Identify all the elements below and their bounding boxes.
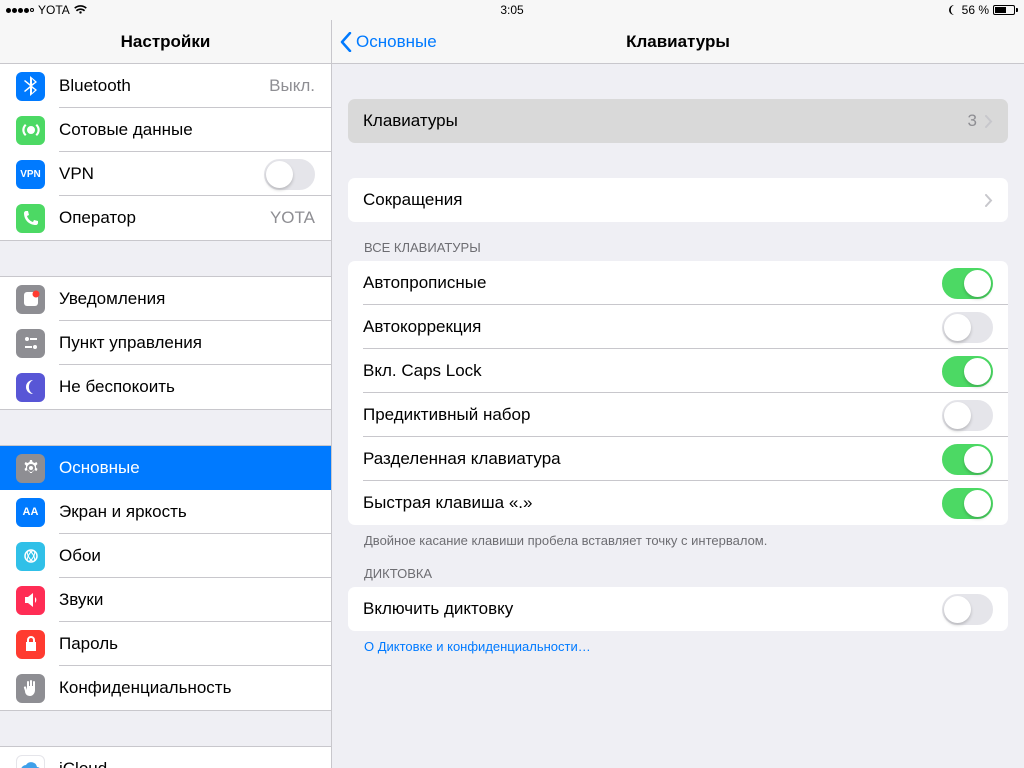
content-pane: Основные Клавиатуры Клавиатуры 3 Сокраще… [332,20,1024,768]
sidebar-item-sounds[interactable]: Звуки [0,578,331,622]
moon-icon [16,373,45,402]
do-not-disturb-icon [948,5,958,15]
enable-dictation-toggle[interactable] [942,594,993,625]
display-icon: AA [16,498,45,527]
autocorrect-label: Автокоррекция [363,317,481,337]
keyboards-count: 3 [968,111,977,131]
content-header: Основные Клавиатуры [332,20,1024,64]
sidebar-item-label: Оператор [59,208,136,228]
sidebar-group-notify: Уведомления Пункт управления Не беспокои… [0,276,331,410]
page-title: Клавиатуры [626,32,730,52]
sidebar-item-cellular[interactable]: Сотовые данные [0,108,331,152]
sidebar-item-label: Пункт управления [59,333,202,353]
sidebar-item-notifications[interactable]: Уведомления [0,277,331,321]
sidebar-item-label: Не беспокоить [59,377,175,397]
sidebar-item-label: Экран и яркость [59,502,187,522]
sidebar-item-privacy[interactable]: Конфиденциальность [0,666,331,710]
sidebar-item-bluetooth[interactable]: Bluetooth Выкл. [0,64,331,108]
autocorrect-toggle[interactable] [942,312,993,343]
enable-dictation-label: Включить диктовку [363,599,513,619]
carrier-name: YOTA [38,3,70,17]
notifications-icon [16,285,45,314]
control-center-icon [16,329,45,358]
back-button[interactable]: Основные [332,32,437,52]
sidebar-item-label: Конфиденциальность [59,678,231,698]
cellular-icon [16,116,45,145]
sidebar-item-label: VPN [59,164,94,184]
dictation-privacy-link[interactable]: О Диктовке и конфиденциальности… [348,631,1008,654]
autocap-label: Автопрописные [363,273,486,293]
battery-icon [993,5,1018,15]
all-keyboards-group: Автопрописные Автокоррекция Вкл. Caps Lo… [348,261,1008,525]
sidebar-group-network: Bluetooth Выкл. Сотовые данные VPN VPN О… [0,64,331,241]
sidebar-group-general: Основные AA Экран и яркость Обои Звуки [0,445,331,711]
signal-strength-icon [6,8,34,13]
phone-icon [16,204,45,233]
gear-icon [16,454,45,483]
sidebar-title: Настройки [0,20,331,64]
split-keyboard-label: Разделенная клавиатура [363,449,561,469]
keyboards-label: Клавиатуры [363,111,458,131]
dot-shortcut-row: Быстрая клавиша «.» [348,481,1008,525]
sidebar-item-label: Уведомления [59,289,165,309]
back-label: Основные [356,32,437,52]
sidebar-item-label: Звуки [59,590,103,610]
carrier-value: YOTA [270,208,315,228]
dot-shortcut-footnote: Двойное касание клавиши пробела вставляе… [348,525,1008,548]
sidebar-item-label: Обои [59,546,101,566]
split-keyboard-toggle[interactable] [942,444,993,475]
sidebar-item-general[interactable]: Основные [0,446,331,490]
dot-shortcut-label: Быстрая клавиша «.» [363,493,532,513]
capslock-label: Вкл. Caps Lock [363,361,482,381]
sidebar-item-dnd[interactable]: Не беспокоить [0,365,331,409]
wifi-icon [74,5,87,15]
chevron-right-icon [985,194,993,207]
split-keyboard-row: Разделенная клавиатура [348,437,1008,481]
vpn-icon: VPN [16,160,45,189]
enable-dictation-row: Включить диктовку [348,587,1008,631]
section-dictation: Диктовка [348,548,1008,587]
autocorrect-row: Автокоррекция [348,305,1008,349]
dictation-group: Включить диктовку [348,587,1008,631]
chevron-left-icon [340,32,352,52]
cloud-icon [16,755,45,768]
battery-percentage: 56 % [962,3,989,17]
predictive-label: Предиктивный набор [363,405,530,425]
clock: 3:05 [500,3,523,17]
section-all-keyboards: Все клавиатуры [348,222,1008,261]
sidebar-item-display[interactable]: AA Экран и яркость [0,490,331,534]
capslock-toggle[interactable] [942,356,993,387]
dot-shortcut-toggle[interactable] [942,488,993,519]
sidebar-item-control-center[interactable]: Пункт управления [0,321,331,365]
sidebar-item-vpn[interactable]: VPN VPN [0,152,331,196]
sidebar-item-icloud[interactable]: iCloud [0,747,331,768]
chevron-right-icon [985,115,993,128]
shortcuts-row[interactable]: Сокращения [348,178,1008,222]
sidebar-item-label: iCloud [59,759,107,768]
predictive-row: Предиктивный набор [348,393,1008,437]
sounds-icon [16,586,45,615]
shortcuts-label: Сокращения [363,190,462,210]
autocap-row: Автопрописные [348,261,1008,305]
autocap-toggle[interactable] [942,268,993,299]
settings-sidebar: Настройки Bluetooth Выкл. Сотовые данные… [0,20,332,768]
bluetooth-icon [16,72,45,101]
vpn-toggle[interactable] [264,159,315,190]
predictive-toggle[interactable] [942,400,993,431]
hand-icon [16,674,45,703]
status-bar: YOTA 3:05 56 % [0,0,1024,20]
sidebar-item-label: Bluetooth [59,76,131,96]
keyboards-row[interactable]: Клавиатуры 3 [348,99,1008,143]
sidebar-item-carrier[interactable]: Оператор YOTA [0,196,331,240]
sidebar-item-label: Сотовые данные [59,120,193,140]
sidebar-item-label: Основные [59,458,140,478]
sidebar-item-wallpaper[interactable]: Обои [0,534,331,578]
bluetooth-value: Выкл. [269,76,315,96]
capslock-row: Вкл. Caps Lock [348,349,1008,393]
sidebar-group-icloud: iCloud [0,746,331,768]
wallpaper-icon [16,542,45,571]
sidebar-item-passcode[interactable]: Пароль [0,622,331,666]
lock-icon [16,630,45,659]
sidebar-item-label: Пароль [59,634,118,654]
